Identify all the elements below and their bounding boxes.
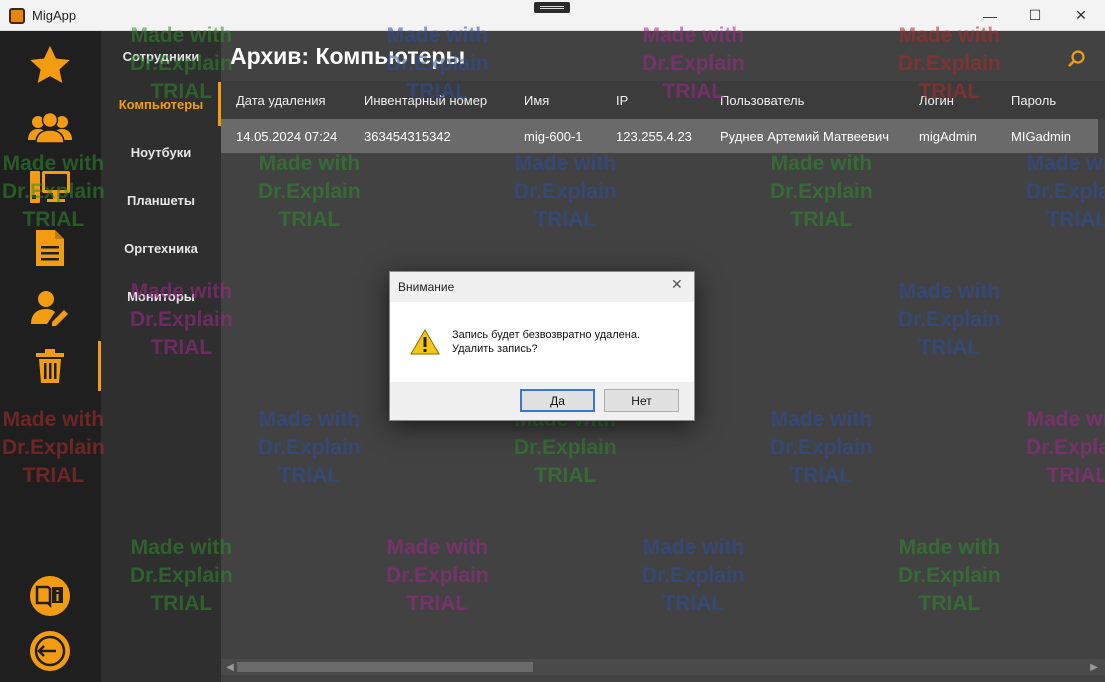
table-cell: Руднев Артемий Матвеевич bbox=[720, 128, 890, 144]
scrollbar-thumb[interactable] bbox=[237, 662, 533, 672]
subnav-item-employees[interactable]: Сотрудники bbox=[101, 41, 221, 71]
users-icon[interactable] bbox=[26, 104, 74, 152]
star-icon[interactable] bbox=[26, 42, 74, 90]
app-icon bbox=[9, 8, 25, 24]
icon-rail bbox=[0, 31, 101, 682]
horizontal-scrollbar[interactable]: ◀ ▶ bbox=[221, 659, 1105, 675]
grid-header: Дата удаления Инвентарный номер Имя IP П… bbox=[221, 81, 1105, 119]
minimize-button[interactable]: — bbox=[967, 0, 1013, 31]
scroll-right-icon[interactable]: ▶ bbox=[1087, 661, 1101, 673]
table-cell: 363454315342 bbox=[364, 128, 451, 144]
table-cell: 123.255.4.23 bbox=[616, 128, 692, 144]
dialog-body: Запись будет безвозвратно удалена. Удали… bbox=[390, 302, 694, 382]
search-icon[interactable] bbox=[1065, 47, 1089, 71]
yes-button[interactable]: Да bbox=[520, 389, 595, 412]
column-header[interactable]: Пароль bbox=[1011, 81, 1056, 119]
scroll-left-icon[interactable]: ◀ bbox=[223, 661, 237, 673]
subnav-item-office-equipment[interactable]: Оргтехника bbox=[101, 233, 221, 263]
page-title: Архив: Компьютеры bbox=[230, 43, 466, 69]
dialog-message: Запись будет безвозвратно удалена. bbox=[452, 329, 641, 341]
window-title: MigApp bbox=[32, 8, 77, 23]
book-info-icon[interactable] bbox=[26, 572, 74, 620]
subnav-item-monitors[interactable]: Мониторы bbox=[101, 281, 221, 311]
title-bar: MigApp — ☐ ✕ bbox=[0, 0, 1105, 31]
table-cell: MIGadmin bbox=[1011, 128, 1071, 144]
confirm-delete-dialog: Внимание ✕ Запись будет безвозвратно уда… bbox=[389, 271, 695, 421]
column-header[interactable]: Инвентарный номер bbox=[364, 81, 487, 119]
subnav-item-laptops[interactable]: Ноутбуки bbox=[101, 137, 221, 167]
table-cell: 14.05.2024 07:24 bbox=[236, 128, 338, 144]
table-row[interactable]: 14.05.2024 07:24 363454315342 mig-600-1 … bbox=[221, 119, 1098, 153]
document-icon[interactable] bbox=[26, 224, 74, 272]
warning-icon bbox=[410, 328, 440, 356]
trash-icon[interactable] bbox=[26, 342, 74, 390]
subnav-item-tablets[interactable]: Планшеты bbox=[101, 185, 221, 215]
dialog-close-button[interactable]: ✕ bbox=[671, 276, 683, 293]
computer-icon[interactable] bbox=[26, 164, 74, 212]
column-header[interactable]: Логин bbox=[919, 81, 954, 119]
dialog-question: Удалить запись? bbox=[452, 343, 538, 355]
close-window-button[interactable]: ✕ bbox=[1058, 0, 1104, 31]
subnav: Сотрудники Компьютеры Ноутбуки Планшеты … bbox=[101, 31, 221, 682]
dialog-title: Внимание bbox=[398, 280, 455, 294]
maximize-button[interactable]: ☐ bbox=[1012, 0, 1058, 31]
column-header[interactable]: Дата удаления bbox=[236, 81, 326, 119]
drag-handle[interactable] bbox=[534, 2, 570, 13]
column-header[interactable]: Пользователь bbox=[720, 81, 804, 119]
subnav-item-computers[interactable]: Компьютеры bbox=[101, 89, 221, 119]
column-header[interactable]: IP bbox=[616, 81, 628, 119]
column-header[interactable]: Имя bbox=[524, 81, 549, 119]
table-cell: migAdmin bbox=[919, 128, 977, 144]
no-button[interactable]: Нет bbox=[604, 389, 679, 412]
table-cell: mig-600-1 bbox=[524, 128, 583, 144]
logout-icon[interactable] bbox=[26, 627, 74, 675]
user-edit-icon[interactable] bbox=[26, 284, 74, 332]
